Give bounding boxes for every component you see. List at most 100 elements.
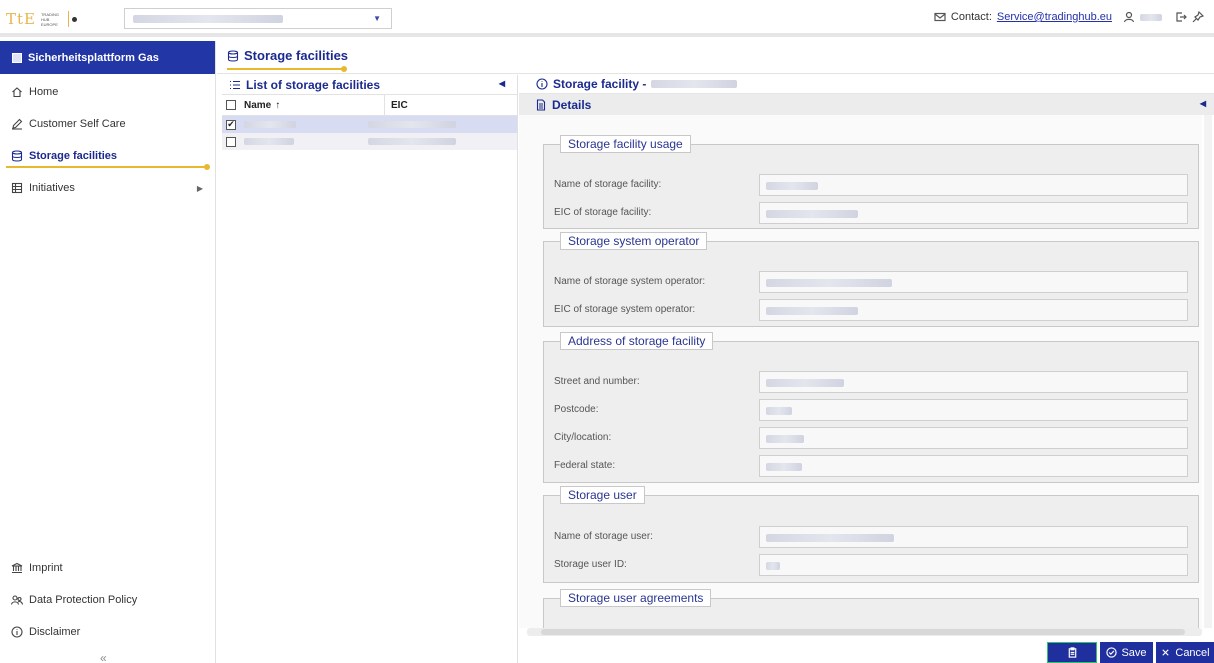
field-row: Storage user ID:	[554, 554, 1194, 576]
table-cell-eic	[362, 136, 456, 148]
collapse-left-icon[interactable]: ◀	[499, 79, 505, 88]
home-icon	[12, 87, 22, 98]
redacted-value	[368, 137, 456, 145]
collapse-sidebar-button[interactable]: «	[100, 651, 107, 663]
storage-detail-pane: Storage facility - Details ◀ Storage fac…	[519, 75, 1214, 663]
field-label: Postcode:	[554, 404, 599, 415]
sidebar-item-label: Data Protection Policy	[29, 594, 138, 606]
sidebar-item-label: Disclaimer	[29, 626, 81, 638]
page-title-label: Storage facilities	[244, 48, 349, 63]
field-row: City/location:	[554, 427, 1194, 449]
row-checkbox[interactable]: ✔	[226, 119, 236, 130]
field-label: Federal state:	[554, 460, 616, 471]
sidebar-item-label: Home	[29, 86, 59, 98]
eic-of-storage-facility-field[interactable]	[759, 202, 1188, 224]
field-row: Name of storage facility:	[554, 174, 1194, 196]
logout-icon[interactable]	[1175, 11, 1187, 23]
redacted-value	[368, 120, 456, 128]
field-label: Storage user ID:	[554, 559, 627, 570]
sidebar-item-disclaimer[interactable]: Disclaimer	[0, 616, 215, 648]
contact-label: Contact:	[950, 11, 992, 23]
group-storage-user-agreements: Storage user agreements	[543, 589, 1199, 628]
collapse-left-icon[interactable]: ◀	[1200, 99, 1206, 108]
mail-icon	[934, 12, 946, 22]
sidebar-item-storage-facilities[interactable]: Storage facilities	[0, 140, 215, 172]
select-all-checkbox[interactable]	[226, 100, 236, 110]
info-icon	[11, 626, 23, 638]
group-legend: Storage facility usage	[560, 135, 691, 153]
redacted-value	[766, 534, 894, 542]
column-header-name[interactable]: Name ↑	[244, 100, 384, 111]
redacted-value	[766, 562, 780, 570]
field-row: Postcode:	[554, 399, 1194, 421]
redacted-value	[766, 210, 858, 218]
name-of-storage-user-field[interactable]	[759, 526, 1188, 548]
redacted-username	[1140, 13, 1162, 21]
sidebar-item-label: Customer Self Care	[29, 118, 126, 130]
platform-title[interactable]: Sicherheitsplattform Gas	[0, 41, 215, 74]
group-storage-facility-usage: Storage facility usage Name of storage f…	[543, 135, 1199, 229]
market-area-select[interactable]: ▼	[124, 8, 392, 29]
user-icon[interactable]	[1123, 11, 1135, 23]
redacted-value	[244, 138, 294, 145]
sidebar-item-home[interactable]: Home	[0, 76, 215, 108]
details-form: Storage facility usage Name of storage f…	[519, 115, 1202, 628]
redacted-value	[244, 121, 296, 128]
column-header-eic[interactable]: EIC	[384, 94, 514, 116]
column-header-name-label: Name	[244, 99, 272, 111]
group-legend: Storage system operator	[560, 232, 708, 250]
trading-hub-europe-logo[interactable]: TtE TRADING HUB EUROPE	[6, 8, 118, 30]
clipboard-button[interactable]	[1047, 642, 1097, 663]
clipboard-icon	[1068, 647, 1076, 658]
cancel-button[interactable]: Cancel	[1156, 642, 1214, 663]
table-row[interactable]	[222, 133, 517, 150]
eic-of-storage-system-operator-field[interactable]	[759, 299, 1188, 321]
name-of-storage-system-operator-field[interactable]	[759, 271, 1188, 293]
save-button-label: Save	[1121, 646, 1147, 659]
storage-user-id-field[interactable]	[759, 554, 1188, 576]
sidebar-item-label: Storage facilities	[29, 150, 118, 162]
horizontal-scrollbar[interactable]	[527, 628, 1202, 636]
redacted-value	[133, 15, 283, 23]
database-icon	[11, 150, 23, 162]
row-checkbox[interactable]	[226, 136, 236, 147]
group-legend: Storage user agreements	[560, 589, 712, 607]
sidebar-footer: Imprint Data Protection Policy Disclaime…	[0, 552, 215, 648]
sidebar-item-customer-self-care[interactable]: Customer Self Care	[0, 108, 215, 140]
save-button[interactable]: Save	[1100, 642, 1153, 663]
postcode-field[interactable]	[759, 399, 1188, 421]
field-row: Federal state:	[554, 455, 1194, 477]
table-header: Name ↑ EIC	[222, 94, 517, 116]
contact-area: Contact: Service@tradinghub.eu	[934, 11, 1204, 23]
street-and-number-field[interactable]	[759, 371, 1188, 393]
bank-icon	[11, 562, 23, 574]
contact-email-link[interactable]: Service@tradinghub.eu	[997, 11, 1112, 23]
federal-state-field[interactable]	[759, 455, 1188, 477]
chevron-down-icon: ▼	[373, 14, 381, 23]
page-title-underline	[227, 68, 345, 70]
field-label: Street and number:	[554, 376, 640, 387]
sidebar-item-imprint[interactable]: Imprint	[0, 552, 215, 584]
redacted-value	[766, 307, 858, 315]
sidebar-item-initiatives[interactable]: Initiatives ▶	[0, 172, 215, 204]
name-of-storage-facility-field[interactable]	[759, 174, 1188, 196]
sidebar: Sicherheitsplattform Gas Home Customer S…	[0, 41, 216, 663]
sidebar-item-data-protection-policy[interactable]: Data Protection Policy	[0, 584, 215, 616]
field-label: City/location:	[554, 432, 612, 443]
redacted-value	[766, 182, 818, 190]
edit-icon	[12, 118, 23, 130]
field-row: Name of storage user:	[554, 526, 1194, 548]
group-address-of-storage-facility: Address of storage facility Street and n…	[543, 332, 1199, 483]
city-location-field[interactable]	[759, 427, 1188, 449]
table-cell-name	[222, 136, 362, 147]
detail-pane-header: Storage facility -	[519, 75, 1214, 94]
table-row[interactable]: ✔	[222, 116, 517, 133]
details-section-header[interactable]: Details ◀	[519, 94, 1214, 115]
field-label: EIC of storage facility:	[554, 207, 652, 218]
field-label: EIC of storage system operator:	[554, 304, 696, 315]
sidebar-item-label: Imprint	[29, 562, 63, 574]
database-icon	[227, 49, 239, 62]
vertical-scrollbar[interactable]	[1204, 115, 1212, 628]
close-icon	[1162, 649, 1170, 656]
pin-icon[interactable]	[1192, 11, 1204, 23]
